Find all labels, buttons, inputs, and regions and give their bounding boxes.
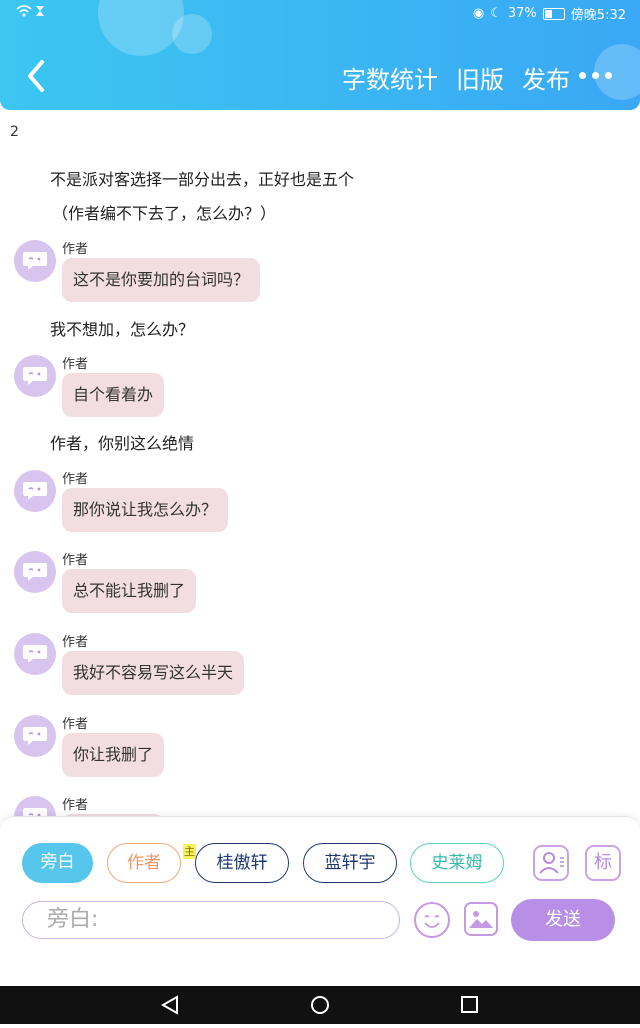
clock: 傍晚5:32 [570,8,626,23]
role-gui-aoxuan-tab[interactable]: 桂傲轩 [195,843,289,883]
nav-back-icon[interactable] [160,995,178,1015]
chat-message[interactable]: 作者 自个看着办 [14,353,614,423]
eye-icon: ◉ [472,6,485,21]
message-bubble: 我好不容易写这么半天 [62,651,245,695]
send-button[interactable]: 发送 [511,899,615,941]
nav-recents-icon[interactable] [461,996,478,1013]
image-icon[interactable] [464,902,498,936]
dialogue-input[interactable]: 旁白: [22,901,400,939]
role-lan-xuanyu-tab[interactable]: 蓝轩宇 [303,843,397,883]
speaker-name: 作者 [62,798,89,813]
speaker-name: 作者 [62,242,89,257]
chat-message[interactable]: 作者 我好不容易写这么半天 [14,631,614,701]
author-avatar [14,240,56,282]
speaker-name: 作者 [62,635,89,650]
status-bar: ◉ ☾ 37% 傍晚5:32 [0,4,640,24]
main-role-badge: 主 [183,844,196,859]
chapter-number: 2 [10,124,19,140]
battery-icon [542,7,565,20]
speaker-name: 作者 [62,472,89,487]
chat-message[interactable]: 作者 那你说让我怎么办？ [14,468,614,538]
script-content: 2 不是派对客选择一部分出去，正好也是五个 （作者编不下去了，怎么办？） 作者 … [0,110,640,816]
speaker-name: 作者 [62,717,89,732]
author-avatar [14,796,56,816]
word-count-button[interactable]: 字数统计 [342,60,438,95]
more-options-icon[interactable] [579,72,612,79]
header-bar: ◉ ☾ 37% 傍晚5:32 字数统计 旧版 发布 [0,0,640,110]
speaker-name: 作者 [62,357,89,372]
chat-message[interactable]: 作者 你让我删了 [14,713,614,783]
composer-panel: 旁白 作者 主 桂傲轩 蓝轩宇 史莱姆 标 旁白: 发送 [0,816,640,987]
chat-message[interactable]: 作者 这不是你要加的台词吗？ [14,238,614,308]
speaker-name: 作者 [62,553,89,568]
mark-button[interactable]: 标 [585,845,621,881]
publish-button[interactable]: 发布 [522,60,570,95]
moon-icon: ☾ [490,6,502,21]
battery-percent: 37% [507,6,537,21]
author-avatar [14,715,56,757]
old-version-button[interactable]: 旧版 [456,60,504,95]
character-manage-icon[interactable] [533,845,569,881]
narration-line[interactable]: 我不想加，怎么办？ [50,316,194,340]
role-author-tab[interactable]: 作者 [107,843,181,883]
message-bubble: 总不能让我删了 [62,569,197,613]
role-narrator-tab[interactable]: 旁白 [22,843,93,883]
narration-line[interactable]: 作者，你别这么绝情 [50,430,194,454]
narration-line[interactable]: （作者编不下去了，怎么办？） [52,200,276,224]
message-bubble: 那你说让我怎么办？ [62,488,229,532]
chat-message[interactable]: 作者 [14,794,614,816]
author-avatar [14,470,56,512]
message-bubble: 这不是你要加的台词吗？ [62,258,261,302]
author-avatar [14,355,56,397]
role-slime-tab[interactable]: 史莱姆 [410,843,504,883]
message-bubble: 自个看着办 [62,373,165,417]
chat-message[interactable]: 作者 总不能让我删了 [14,549,614,619]
author-avatar [14,633,56,675]
narration-line[interactable]: 不是派对客选择一部分出去，正好也是五个 [50,166,354,190]
wifi-icon [16,4,50,22]
nav-home-icon[interactable] [311,996,329,1014]
author-avatar [14,551,56,593]
back-button[interactable] [22,56,48,96]
message-bubble: 你让我删了 [62,733,165,777]
system-nav-bar [0,986,640,1024]
emoji-icon[interactable] [414,902,450,938]
